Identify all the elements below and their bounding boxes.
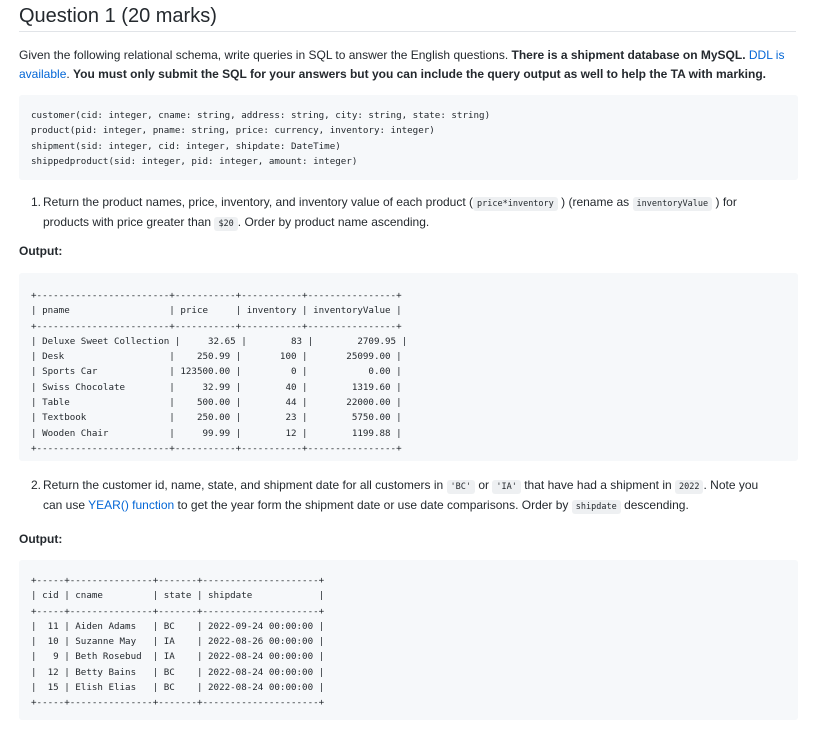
q2-text-c: that have had a shipment in [524,478,672,492]
output-table-2: +-----+---------------+-------+---------… [19,560,798,720]
table2-border-bottom: +-----+---------------+-------+---------… [31,697,325,709]
q1-text-a: Return the product names, price, invento… [43,195,474,209]
q2-text-d: . Note you [703,478,759,492]
table1-row: | Swiss Chocolate | 32.99 | 40 | 1319.60… [31,381,402,393]
q1-code-price-inventory: price*inventory [473,197,558,211]
q2-code-shipdate: shipdate [571,500,621,514]
q2-text-f: to get the year form the shipment date o… [177,498,569,512]
table2-border-top: +-----+---------------+-------+---------… [31,575,325,586]
table2-row: | 9 | Beth Rosebud | IA | 2022-08-24 00:… [31,651,325,663]
q1-code-price-threshold: $20 [214,217,238,231]
intro-bold-db: There is a shipment database on MySQL. [511,48,749,62]
q2-code-year: 2022 [675,480,704,494]
question-2-number: 2. [31,478,42,492]
q2-code-bc: 'BC' [446,480,476,494]
q2-text-a: Return the customer id, name, state, and… [43,478,444,492]
output-label-2: Output: [19,532,63,546]
table2-row: | 10 | Suzanne May | IA | 2022-08-26 00:… [31,636,325,648]
q1-text-c: ) for [715,195,737,209]
q1-text-b: ) (rename as [561,195,630,209]
table1-row: | Sports Car | 123500.00 | 0 | 0.00 | [31,366,402,378]
q2-text-b: or [478,478,490,492]
title-divider [19,31,796,32]
page-title: Question 1 (20 marks) [19,5,217,27]
schema-product: product(pid: integer, pname: string, pri… [31,125,435,137]
table2-border-mid: +-----+---------------+-------+---------… [31,605,325,617]
table1-row: | Wooden Chair | 99.99 | 12 | 1199.88 | [31,427,402,439]
schema-shipment: shipment(sid: integer, cid: integer, shi… [31,140,341,152]
table2-row: | 12 | Betty Bains | BC | 2022-08-24 00:… [31,666,325,678]
output-table-2-text: +-----+---------------+-------+---------… [31,573,324,711]
table1-row: | Desk | 250.99 | 100 | 25099.00 | [31,351,402,363]
table2-header: | cid | cname | state | shipdate | [31,590,325,602]
output-table-1-text: +------------------------+-----------+--… [31,288,407,456]
table1-header: | pname | price | inventory | inventoryV… [31,305,402,317]
output-table-1: +------------------------+-----------+--… [19,273,798,461]
table1-border-top: +------------------------+-----------+--… [31,290,402,301]
question-1: 1. Return the product names, price, inve… [31,193,801,233]
schema-code-block: customer(cid: integer, cname: string, ad… [19,95,798,180]
intro-text: Given the following relational schema, w… [19,48,512,62]
table2-row: | 11 | Aiden Adams | BC | 2022-09-24 00:… [31,620,325,632]
q1-text-e: . Order by product name ascending. [237,215,430,229]
q2-text-e: can use [43,498,86,512]
intro-bold-instructions: You must only submit the SQL for your an… [73,67,767,81]
schema-shippedproduct: shippedproduct(sid: integer, pid: intege… [31,155,358,167]
question-2: 2. Return the customer id, name, state, … [31,476,801,516]
year-function-link[interactable]: YEAR() function [88,498,174,512]
schema-lines: customer(cid: integer, cname: string, ad… [31,108,490,169]
table1-border-bottom: +------------------------+-----------+--… [31,442,402,454]
table1-row: | Table | 500.00 | 44 | 22000.00 | [31,397,402,409]
q1-code-inventoryvalue: inventoryValue [632,197,713,211]
table2-row: | 15 | Elish Elias | BC | 2022-08-24 00:… [31,682,325,694]
table1-row: | Textbook | 250.00 | 23 | 5750.00 | [31,412,402,424]
output-label-1: Output: [19,244,63,258]
question-2-text: Return the customer id, name, state, and… [43,476,758,516]
q1-text-d: products with price greater than [43,215,212,229]
q2-text-g: descending. [624,498,689,512]
table1-row: | Deluxe Sweet Collection | 32.65 | 83 |… [31,335,408,347]
question-1-number: 1. [31,195,42,209]
table1-border-mid: +------------------------+-----------+--… [31,320,402,332]
intro-paragraph: Given the following relational schema, w… [19,46,799,84]
q2-code-ia: 'IA' [492,480,521,494]
schema-customer: customer(cid: integer, cname: string, ad… [31,110,491,121]
question-1-text: Return the product names, price, invento… [43,193,737,233]
